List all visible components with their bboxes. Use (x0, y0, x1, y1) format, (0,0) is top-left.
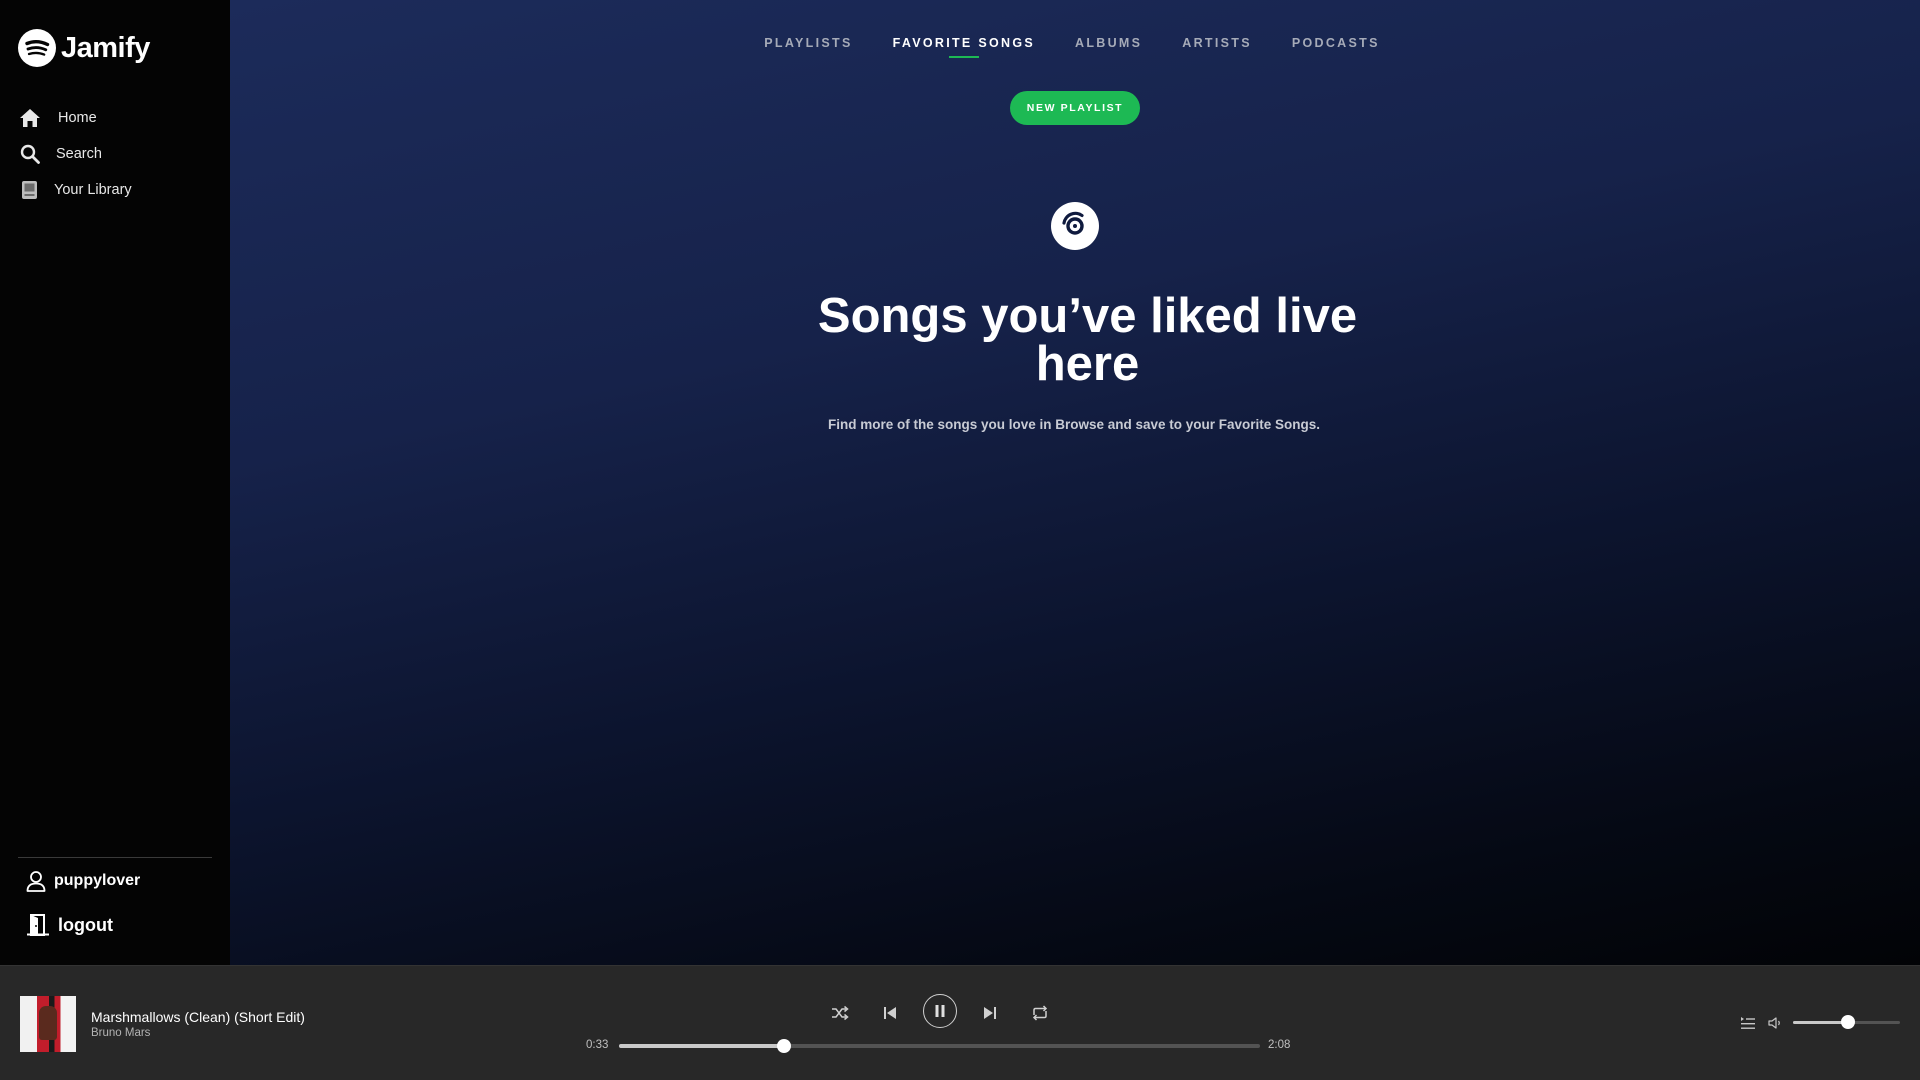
logout-door-icon (27, 914, 49, 936)
pause-icon (935, 1005, 945, 1017)
library-icon (18, 178, 42, 202)
elapsed-time: 0:33 (586, 1039, 609, 1051)
new-playlist-button[interactable]: NEW PLAYLIST (1010, 91, 1140, 125)
sidebar-nav: Home Search Your Library (18, 100, 132, 208)
user-profile[interactable]: puppylover (26, 868, 140, 894)
empty-state-headline: Songs you’ve liked live here (230, 289, 1920, 391)
brand[interactable]: Jamify (18, 29, 150, 67)
skip-previous-icon (884, 1007, 896, 1019)
tab-playlists[interactable]: PLAYLISTS (764, 36, 852, 58)
now-playing-artist[interactable]: Bruno Mars (91, 1027, 150, 1039)
logout-button[interactable]: logout (26, 911, 113, 939)
album-disc-icon (1051, 202, 1099, 250)
tab-podcasts[interactable]: PODCASTS (1292, 36, 1380, 58)
sidebar-item-label: Your Library (54, 182, 132, 198)
sidebar-item-label: Home (58, 110, 97, 126)
previous-button[interactable] (879, 1002, 901, 1024)
total-time: 2:08 (1268, 1039, 1291, 1051)
empty-state-subtext: Find more of the songs you love in Brows… (827, 417, 1321, 432)
volume-handle[interactable] (1840, 1015, 1855, 1029)
tab-favorite-songs[interactable]: FAVORITE SONGS (893, 36, 1035, 58)
shuffle-icon (832, 1005, 849, 1021)
main-content: PLAYLISTS FAVORITE SONGS ALBUMS ARTISTS … (230, 0, 1920, 965)
tab-albums[interactable]: ALBUMS (1075, 36, 1142, 58)
volume-button[interactable] (1766, 1013, 1786, 1033)
home-icon (18, 106, 42, 130)
cover-artwork-figure (39, 1006, 57, 1040)
username: puppylover (54, 872, 141, 889)
skip-next-icon (984, 1007, 996, 1019)
volume-slider[interactable] (1793, 1015, 1900, 1029)
sidebar-item-search[interactable]: Search (18, 136, 132, 172)
shuffle-button[interactable] (829, 1002, 851, 1024)
now-playing-title[interactable]: Marshmallows (Clean) (Short Edit) (91, 1009, 305, 1025)
headline-line-1: Songs you’ve liked live (817, 289, 1358, 343)
volume-icon (1768, 1017, 1780, 1029)
progress-fill (619, 1044, 785, 1048)
queue-button[interactable] (1738, 1013, 1758, 1033)
volume-fill (1793, 1021, 1848, 1024)
tab-artists[interactable]: ARTISTS (1182, 36, 1252, 58)
jamify-logo-icon (18, 29, 56, 67)
user-icon (26, 871, 46, 892)
sidebar: Jamify Home Search Your Library puppylov… (0, 0, 230, 965)
sidebar-item-home[interactable]: Home (18, 100, 132, 136)
repeat-icon (1032, 1005, 1048, 1021)
sidebar-divider (18, 857, 212, 858)
sidebar-item-library[interactable]: Your Library (18, 172, 132, 208)
search-icon (18, 142, 42, 166)
progress-bar[interactable] (619, 1039, 1260, 1053)
logout-label: logout (58, 914, 113, 935)
repeat-button[interactable] (1029, 1002, 1051, 1024)
headline-line-2: here (1035, 337, 1140, 391)
queue-icon (1741, 1017, 1755, 1029)
pause-button[interactable] (923, 994, 957, 1028)
brand-name: Jamify (61, 31, 150, 64)
sidebar-item-label: Search (56, 146, 102, 162)
next-button[interactable] (979, 1002, 1001, 1024)
library-tabs: PLAYLISTS FAVORITE SONGS ALBUMS ARTISTS … (230, 36, 1920, 58)
album-cover-image[interactable] (20, 996, 76, 1052)
